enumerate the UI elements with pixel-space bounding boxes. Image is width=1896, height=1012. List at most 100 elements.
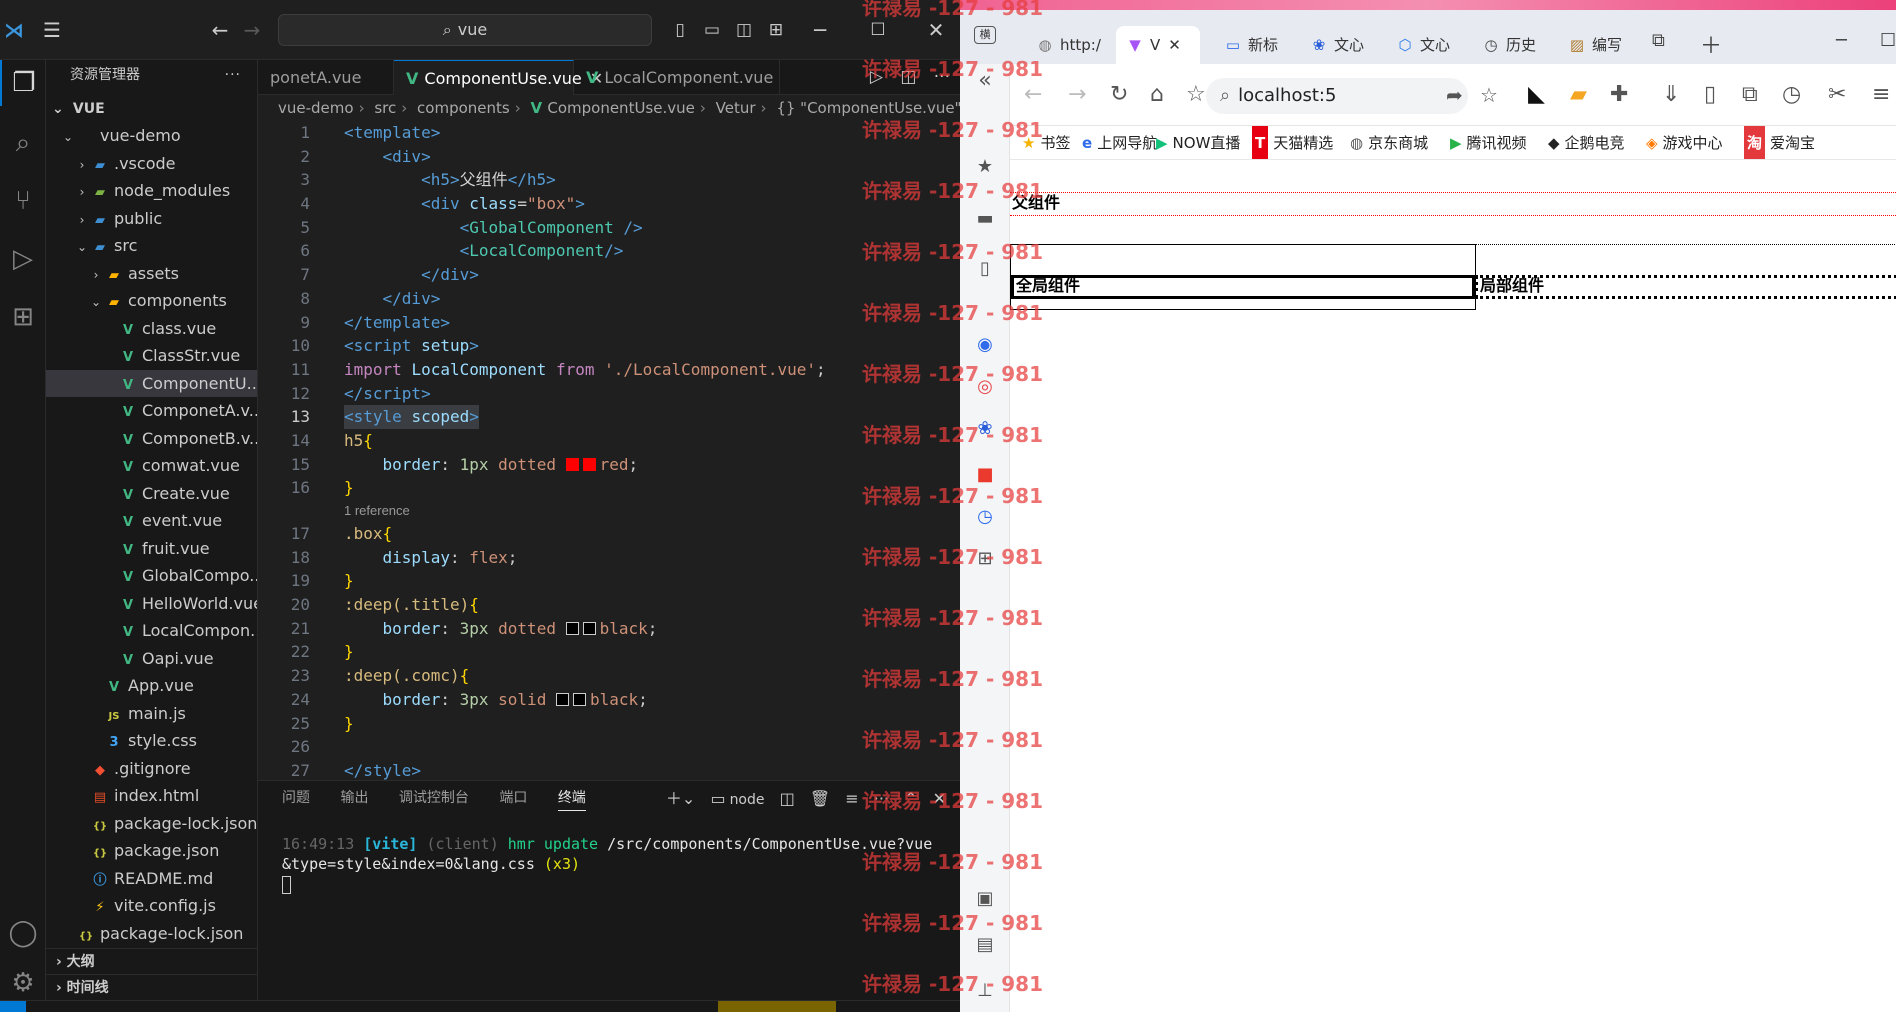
breadcrumb-item[interactable]: components <box>417 99 510 117</box>
color-swatch-black[interactable] <box>572 692 586 706</box>
run-debug-icon[interactable]: ▷ <box>0 236 46 282</box>
bookmark-item[interactable]: ★ 书签 <box>1022 126 1070 159</box>
kill-terminal-icon[interactable]: 🗑 <box>810 789 830 808</box>
tab-debug-console[interactable]: 调试控制台 <box>399 790 469 806</box>
browser-maximize-button[interactable]: ☐ <box>1880 30 1896 51</box>
extensions-icon[interactable]: ✚ <box>1610 80 1628 110</box>
tab-list-icon[interactable]: ⧉ <box>1652 30 1665 51</box>
tree-item[interactable]: ⚡ vite.config.js <box>46 892 257 920</box>
reload-icon[interactable]: ↻ <box>1110 80 1128 110</box>
tree-item[interactable]: V GlobalCompo... <box>46 562 257 590</box>
mobile-icon[interactable]: ▯ <box>1704 80 1716 110</box>
split-editor-icon[interactable]: ◫ <box>900 67 916 87</box>
star-icon[interactable]: ☆ <box>1186 80 1206 110</box>
tab-ports[interactable]: 端口 <box>499 790 527 806</box>
more-actions-icon[interactable]: ··· <box>225 60 241 90</box>
download-icon[interactable]: ⇓ <box>1662 80 1680 110</box>
tree-item[interactable]: ⌄ vue-demo <box>46 122 257 150</box>
maximize-button[interactable]: ☐ <box>864 16 892 44</box>
browser-tab-active[interactable]: ▼ V ✕ <box>1116 26 1200 64</box>
tree-item[interactable]: V ComponetA.v... <box>46 397 257 425</box>
paw-app-icon[interactable]: ❀ <box>960 418 1010 439</box>
color-swatch-black[interactable] <box>555 692 569 706</box>
tree-item[interactable]: ⌄ ▰ src <box>46 232 257 260</box>
phone-icon[interactable]: ▯ <box>960 258 1010 279</box>
tree-item[interactable]: › ▰ assets <box>46 260 257 288</box>
tab-componentuse[interactable]: V ComponentUse.vue ✕ <box>394 60 603 95</box>
tree-item[interactable]: ⓘ README.md <box>46 865 257 893</box>
extensions-icon[interactable]: ⊞ <box>0 294 46 340</box>
remote-indicator[interactable] <box>0 1001 26 1012</box>
bookmark-app-icon[interactable]: ▣ <box>960 888 1010 909</box>
breadcrumb-item[interactable]: Vetur <box>716 99 756 117</box>
source-control-icon[interactable]: ⑂ <box>0 178 46 224</box>
maximize-panel-icon[interactable]: ⌃ <box>904 789 917 808</box>
more-actions-icon[interactable]: ··· <box>934 67 950 87</box>
breadcrumb-item[interactable]: {} "ComponentUse.vue" <box>776 99 960 117</box>
browser-tab[interactable]: ▭ 新标 <box>1214 26 1286 64</box>
tab-output[interactable]: 输出 <box>340 790 368 806</box>
status-warning[interactable] <box>718 1001 836 1012</box>
bookmark-item[interactable]: 淘爱淘宝 <box>1744 126 1815 159</box>
screenshot-icon[interactable]: ✂ <box>1828 80 1846 110</box>
tab-localcomponent[interactable]: V LocalComponent.vue <box>574 60 780 95</box>
collection-icon[interactable]: ▰ <box>1570 80 1587 110</box>
close-panel-icon[interactable]: ✕ <box>933 789 946 808</box>
outline-section[interactable]: › 大纲 <box>46 948 258 974</box>
briefcase-icon[interactable]: ▤ <box>960 934 1010 955</box>
tab-problems[interactable]: 问题 <box>282 790 310 806</box>
command-center[interactable]: ⌕ vue <box>278 14 652 46</box>
tree-item[interactable]: ▤ index.html <box>46 782 257 810</box>
new-tab-button[interactable]: ＋ <box>1700 28 1722 60</box>
share-icon[interactable]: ➦ <box>1446 80 1463 110</box>
tree-item[interactable]: V HelloWorld.vue <box>46 590 257 618</box>
tree-item[interactable]: V ComponetB.v... <box>46 425 257 453</box>
tree-item[interactable]: › ▰ public <box>46 205 257 233</box>
back-arrow-icon[interactable]: ← <box>206 16 234 44</box>
tree-item[interactable]: V ComponentU... <box>46 369 257 397</box>
breadcrumb-item[interactable]: ComponentUse.vue <box>547 99 695 117</box>
codelens-references[interactable]: 1 reference <box>258 500 960 522</box>
tree-item[interactable]: Vcomwat.vue <box>46 452 257 480</box>
tree-item[interactable]: V ClassStr.vue <box>46 342 257 370</box>
browser-menu-icon[interactable]: 横 <box>960 18 1010 48</box>
browser-tab[interactable]: ❀ 文心 <box>1300 26 1372 64</box>
bookmark-item[interactable]: ◈ 游戏中心 <box>1646 126 1723 159</box>
tree-item[interactable]: › ▰ .vscode <box>46 150 257 178</box>
terminal-output[interactable]: 16:49:13 [vite] (client) hmr update /src… <box>258 816 960 894</box>
search-app-icon[interactable]: ◉ <box>960 334 1010 355</box>
tree-item[interactable]: Vfruit.vue <box>46 535 257 563</box>
tree-item[interactable]: ⌄ ▰ components <box>46 287 257 315</box>
minimize-button[interactable]: ─ <box>806 16 834 44</box>
tree-item[interactable]: ◆ .gitignore <box>46 755 257 783</box>
forward-arrow-icon[interactable]: → <box>238 16 266 44</box>
customize-layout-icon[interactable]: ⊞ <box>762 16 790 44</box>
timeline-section[interactable]: › 时间线 <box>46 974 258 1000</box>
tree-item[interactable]: V Create.vue <box>46 480 257 508</box>
bookmark-item[interactable]: ◍ 京东商城 <box>1350 126 1428 159</box>
tab-terminal[interactable]: 终端 <box>557 790 586 811</box>
tree-item[interactable]: V Oapi.vue <box>46 645 257 673</box>
tree-item[interactable]: {} package.json <box>46 837 257 865</box>
back-icon[interactable]: ← <box>1024 80 1042 110</box>
red-app-icon[interactable]: ■ <box>960 464 1010 485</box>
browser-tab[interactable]: ◍ http:/ <box>1026 26 1114 64</box>
forward-icon[interactable]: → <box>1068 80 1086 110</box>
tree-item[interactable]: JS main.js <box>46 700 257 728</box>
bookmark-item[interactable]: ▶ NOW直播 <box>1156 126 1240 159</box>
stock-app-icon[interactable]: ◣ <box>1528 80 1545 110</box>
address-bar[interactable]: ⌕ localhost:5 <box>1206 78 1468 114</box>
browser-tab[interactable]: ⬡ 文心 <box>1386 26 1458 64</box>
color-swatch-black[interactable] <box>582 621 596 635</box>
toggle-panel-icon[interactable]: ▭ <box>698 16 726 44</box>
color-swatch-black[interactable] <box>565 621 579 635</box>
browser-tab[interactable]: ▨ 编写 <box>1558 26 1630 64</box>
clock-app-icon[interactable]: ◷ <box>960 506 1010 527</box>
tree-item[interactable]: {} package-lock.json <box>46 810 257 838</box>
new-terminal-icon[interactable]: ＋⌄ <box>666 789 695 808</box>
menu-icon[interactable]: ☰ <box>38 16 66 44</box>
toggle-sidebar-icon[interactable]: ▯ <box>666 16 694 44</box>
more-actions-icon[interactable]: ··· <box>874 789 889 808</box>
add-app-icon[interactable]: ⊞ <box>960 548 1010 569</box>
terminal-shell-label[interactable]: node <box>730 792 765 808</box>
